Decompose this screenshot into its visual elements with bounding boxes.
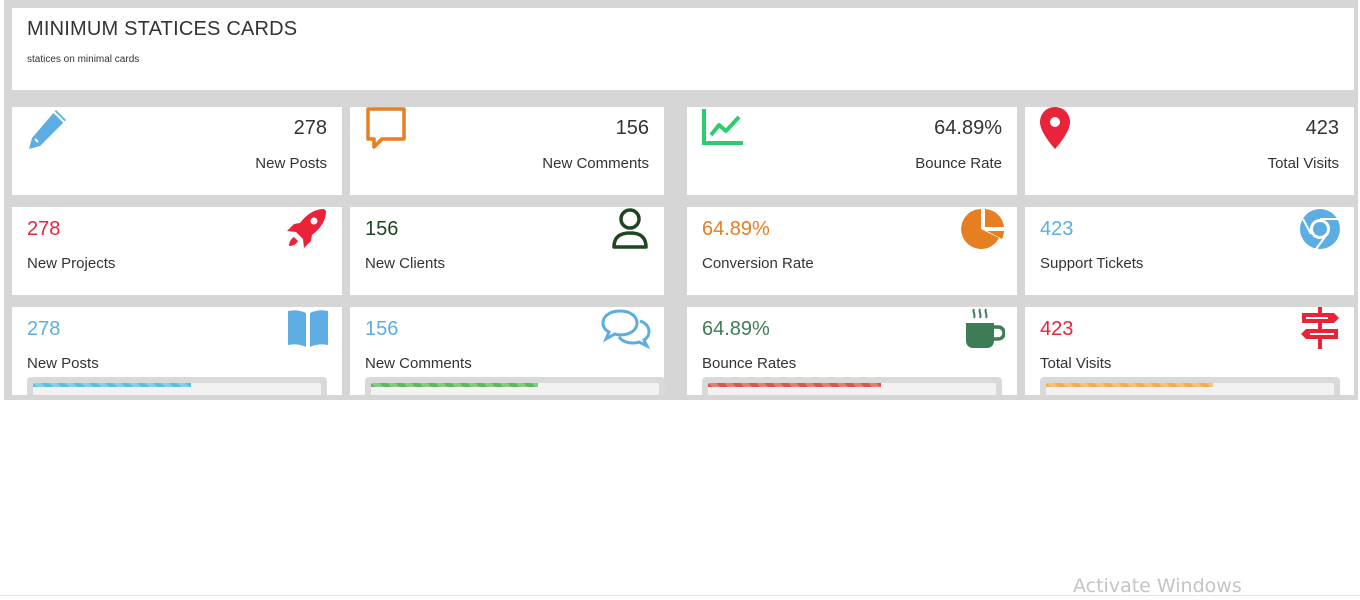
progress-fill xyxy=(1046,383,1214,387)
progress-bar xyxy=(27,377,327,395)
stat-value: 278 xyxy=(27,318,61,340)
stat-label: New Comments xyxy=(542,155,649,172)
stat-label: New Clients xyxy=(365,255,446,272)
stat-card-conversion-rate[interactable]: 64.89% Conversion Rate xyxy=(687,207,1017,295)
stats-row-3: 278 New Posts 156 New Comments 64.89% Bo… xyxy=(12,307,1354,395)
stat-label: Bounce Rate xyxy=(915,155,1002,172)
coffee-icon xyxy=(961,307,1005,351)
stat-card-new-comments-progress[interactable]: 156 New Comments xyxy=(350,307,665,395)
stat-label: Total Visits xyxy=(1040,355,1112,372)
activate-windows-watermark: Activate Windows xyxy=(1073,575,1242,597)
stat-card-support-tickets[interactable]: 423 Support Tickets xyxy=(1025,207,1354,295)
progress-fill xyxy=(708,383,881,387)
stat-card-total-visits-progress[interactable]: 423 Total Visits xyxy=(1025,307,1354,395)
pencil-icon xyxy=(26,107,70,151)
stat-card-new-posts-progress[interactable]: 278 New Posts xyxy=(12,307,342,395)
comment-icon xyxy=(364,107,408,151)
line-chart-icon xyxy=(701,107,745,151)
stat-label: New Posts xyxy=(27,355,99,372)
stat-card-new-projects[interactable]: 278 New Projects xyxy=(12,207,342,295)
rocket-icon xyxy=(284,207,328,251)
stat-value: 278 xyxy=(293,117,327,139)
stat-value: 423 xyxy=(1040,318,1074,340)
stat-value: 64.89% xyxy=(702,218,770,240)
progress-fill xyxy=(33,383,192,387)
stat-card-new-clients[interactable]: 156 New Clients xyxy=(350,207,664,295)
progress-bar xyxy=(702,377,1002,395)
page-title: MINIMUM STATICES CARDS xyxy=(27,18,298,40)
page-subtitle: statices on minimal cards xyxy=(27,54,140,65)
stat-value: 278 xyxy=(27,218,61,240)
stat-label: New Projects xyxy=(27,255,116,272)
stat-value: 156 xyxy=(615,117,649,139)
stat-label: Conversion Rate xyxy=(702,255,814,272)
stat-card-total-visits[interactable]: 423 Total Visits xyxy=(1025,107,1354,195)
stat-value: 64.89% xyxy=(934,117,1002,139)
stat-value: 156 xyxy=(365,318,399,340)
book-icon xyxy=(286,307,330,351)
stat-card-bounce-rates-progress[interactable]: 64.89% Bounce Rates xyxy=(687,307,1017,395)
chrome-icon xyxy=(1298,207,1342,251)
progress-bar xyxy=(1040,377,1340,395)
progress-bar xyxy=(365,377,665,395)
stat-value: 64.89% xyxy=(702,318,770,340)
signpost-icon xyxy=(1298,307,1342,351)
stat-value: 423 xyxy=(1305,117,1339,139)
comments-icon xyxy=(600,307,652,351)
stat-card-bounce-rate[interactable]: 64.89% Bounce Rate xyxy=(687,107,1017,195)
page-header: MINIMUM STATICES CARDS statices on minim… xyxy=(12,8,1354,90)
stat-card-new-comments[interactable]: 156 New Comments xyxy=(350,107,664,195)
progress-fill xyxy=(371,383,539,387)
stat-label: Support Tickets xyxy=(1040,255,1144,272)
bottom-divider xyxy=(0,595,1360,596)
stats-row-1: 278 New Posts 156 New Comments 64.89% Bo… xyxy=(12,107,1354,195)
stat-label: Total Visits xyxy=(1267,155,1339,172)
stat-card-new-posts[interactable]: 278 New Posts xyxy=(12,107,342,195)
stat-label: Bounce Rates xyxy=(702,355,797,372)
map-marker-icon xyxy=(1039,107,1083,151)
stat-label: New Posts xyxy=(255,155,327,172)
stat-value: 423 xyxy=(1040,218,1074,240)
stat-value: 156 xyxy=(365,218,399,240)
stats-row-2: 278 New Projects 156 New Clients 64.89% … xyxy=(12,207,1354,295)
user-icon xyxy=(608,207,652,251)
pie-chart-icon xyxy=(961,207,1005,251)
stat-label: New Comments xyxy=(365,355,472,372)
